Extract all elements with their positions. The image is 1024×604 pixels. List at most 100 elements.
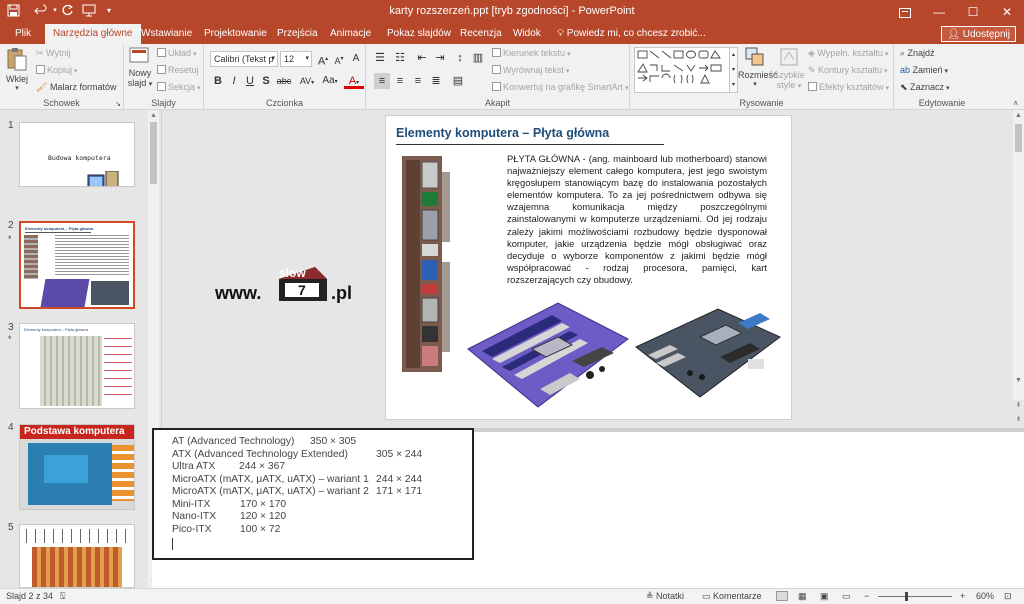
shape-fill-button[interactable]: ◈ Wypełn. kształtu ▾ [808, 48, 888, 59]
scrollbar-thumb[interactable] [150, 122, 157, 184]
grow-font-button[interactable]: A▴ [315, 51, 331, 68]
shrink-font-button[interactable]: A▾ [331, 51, 347, 67]
arrange-button[interactable]: Rozmieść ▾ [738, 46, 778, 90]
scroll-up-icon[interactable]: ▲ [148, 110, 159, 121]
text-direction-button[interactable]: Kierunek tekstu ▾ [492, 48, 571, 58]
bold-button[interactable]: B [210, 73, 226, 89]
share-button[interactable]: 👤︎ Udostępnij [941, 26, 1016, 42]
scroll-down-icon[interactable]: ▼ [1013, 375, 1024, 386]
shape-effects-button[interactable]: Efekty kształtów ▾ [808, 82, 889, 92]
clear-formatting-button[interactable]: A [348, 51, 364, 67]
justify-button[interactable]: ≣ [428, 73, 444, 89]
tab-recenzja[interactable]: Recenzja [452, 24, 510, 44]
numbering-button[interactable]: ☷ [392, 50, 408, 66]
line-spacing-button[interactable]: ↕ [452, 50, 468, 66]
find-button[interactable]: ⌕ Znajdź [900, 48, 935, 59]
zoom-in-icon[interactable]: + [960, 591, 965, 601]
slide-canvas[interactable]: Elementy komputera – Płyta główna PŁYTA … [385, 115, 792, 420]
new-slide-button[interactable]: Nowy slajd ▾ [127, 46, 153, 90]
change-case-button[interactable]: Aa▾ [320, 73, 340, 89]
convert-smartart-button[interactable]: Konwertuj na grafikę SmartArt ▾ [492, 82, 629, 92]
shapes-gallery-scroll[interactable]: ▴ ▾ ▾ [730, 47, 738, 93]
layout-button[interactable]: Układ ▾ [157, 48, 196, 58]
underline-button[interactable]: U [242, 73, 258, 89]
maximize-icon[interactable]: ☐ [956, 0, 990, 24]
bullets-button[interactable]: ☰ [372, 50, 388, 66]
motherboard-purple-image[interactable] [462, 299, 632, 411]
slide-body-text[interactable]: PŁYTA GŁÓWNA - (ang. mainboard lub mothe… [507, 153, 767, 286]
fit-to-window-icon[interactable]: ⊡ [1004, 591, 1012, 602]
tab-przejscia[interactable]: Przejścia [269, 24, 326, 44]
font-family-combo[interactable]: Calibri (Tekst p ▾ [210, 51, 278, 67]
distribute-button[interactable]: ▤ [450, 73, 466, 89]
thumbnail-slide-2[interactable]: Elementy komputera – Płyta główna [19, 221, 135, 309]
collapse-ribbon-icon[interactable]: ˄ [1013, 99, 1018, 108]
normal-view-icon[interactable] [776, 591, 788, 601]
ribbon-display-options-icon[interactable] [888, 0, 922, 24]
slideshow-icon[interactable]: ▭ [842, 591, 851, 602]
font-color-button[interactable]: A▾ [344, 73, 364, 89]
close-icon[interactable]: ✕ [990, 0, 1024, 24]
select-button[interactable]: ⬉ Zaznacz ▾ [900, 82, 950, 93]
decrease-indent-button[interactable]: ⇤ [414, 50, 430, 66]
shape-outline-button[interactable]: ✎ Kontury kształtu ▾ [808, 65, 888, 76]
tab-plik[interactable]: Plik [7, 24, 39, 44]
editor-scrollbar[interactable]: ▲ ▼ [1013, 110, 1024, 400]
scrollbar-thumb[interactable] [1015, 124, 1022, 152]
font-size-combo[interactable]: 12 ▾ [280, 51, 312, 67]
notes-textbox[interactable]: AT (Advanced Technology) 350 × 305 ATX (… [152, 428, 474, 560]
reset-button[interactable]: Resetuj [157, 65, 199, 75]
tell-me-search[interactable]: 💡︎ Powiedz mi, co chcesz zrobić... [557, 24, 706, 44]
align-right-button[interactable]: ≡ [410, 73, 426, 89]
tab-narzedzia-glowne[interactable]: Narzędzia główne [45, 24, 141, 44]
align-left-button[interactable]: ≡ [374, 73, 390, 89]
previous-slide-icon[interactable]: ⇞ [1013, 400, 1024, 411]
zoom-level[interactable]: 60% [976, 591, 994, 601]
shadow-button[interactable]: S [258, 73, 274, 89]
tab-pokaz-slajdow[interactable]: Pokaz slajdów [379, 24, 459, 44]
tab-animacje[interactable]: Animacje [322, 24, 379, 44]
motherboard-side-image[interactable] [396, 152, 458, 376]
align-text-button[interactable]: Wyrównaj tekst ▾ [492, 65, 569, 75]
paste-button[interactable]: Wklej ▾ [4, 46, 30, 94]
notes-pane[interactable]: AT (Advanced Technology) 350 × 305 ATX (… [152, 428, 1024, 588]
slide-counter[interactable]: Slajd 2 z 34 [6, 591, 53, 601]
section-button[interactable]: Sekcja ▾ [157, 82, 200, 92]
comments-button[interactable]: ▭ Komentarze [702, 591, 762, 602]
italic-button[interactable]: I [226, 73, 242, 89]
thumbnail-slide-1[interactable]: Budowa komputera [19, 122, 135, 187]
tab-widok[interactable]: Widok [505, 24, 549, 44]
strikethrough-button[interactable]: abc [274, 73, 294, 89]
align-center-button[interactable]: ≡ [392, 73, 408, 89]
paint-bucket-icon: ◈ [808, 48, 818, 58]
quick-styles-button[interactable]: Szybkie style ▾ [773, 46, 805, 92]
dialog-launcher-icon[interactable]: ↘ [115, 100, 121, 108]
tab-projektowanie[interactable]: Projektowanie [196, 24, 275, 44]
replace-button[interactable]: ab Zamień ▾ [900, 65, 948, 75]
zoom-slider-thumb[interactable] [905, 592, 908, 601]
slide-title[interactable]: Elementy komputera – Płyta główna [396, 126, 609, 140]
shapes-gallery[interactable] [634, 47, 730, 93]
notes-button[interactable]: ≜ Notatki [646, 591, 684, 602]
scroll-up-icon[interactable]: ▲ [1013, 110, 1024, 121]
character-spacing-button[interactable]: AV▾ [296, 73, 318, 89]
zoom-slider[interactable] [878, 596, 952, 597]
thumbnail-slide-5[interactable] [19, 524, 135, 588]
increase-indent-button[interactable]: ⇥ [432, 50, 448, 66]
motherboard-mini-image[interactable] [630, 303, 786, 403]
quick-styles-label: Szybkie [773, 70, 805, 80]
next-slide-icon[interactable]: ⇟ [1013, 414, 1024, 425]
tab-wstawianie[interactable]: Wstawianie [133, 24, 200, 44]
thumbnail-slide-3[interactable]: Elementy komputera – Płyta główna [19, 323, 135, 409]
minimize-icon[interactable]: — [922, 0, 956, 24]
tell-me-label: Powiedz mi, co chcesz zrobić... [566, 28, 706, 39]
slide-sorter-icon[interactable]: ▦ [798, 591, 807, 602]
copy-button[interactable]: Kopiuj ▾ [36, 65, 78, 75]
cut-button[interactable]: ✂ Wytnij [36, 48, 70, 59]
format-painter-button[interactable]: 🖌︎ Malarz formatów [36, 82, 116, 93]
spellcheck-icon[interactable]: ⍂ [60, 591, 65, 602]
zoom-out-icon[interactable]: − [864, 591, 869, 601]
columns-button[interactable]: ▥ [470, 50, 486, 66]
thumbnail-slide-4[interactable]: Podstawa komputera [19, 424, 135, 510]
reading-view-icon[interactable]: ▣ [820, 591, 829, 602]
